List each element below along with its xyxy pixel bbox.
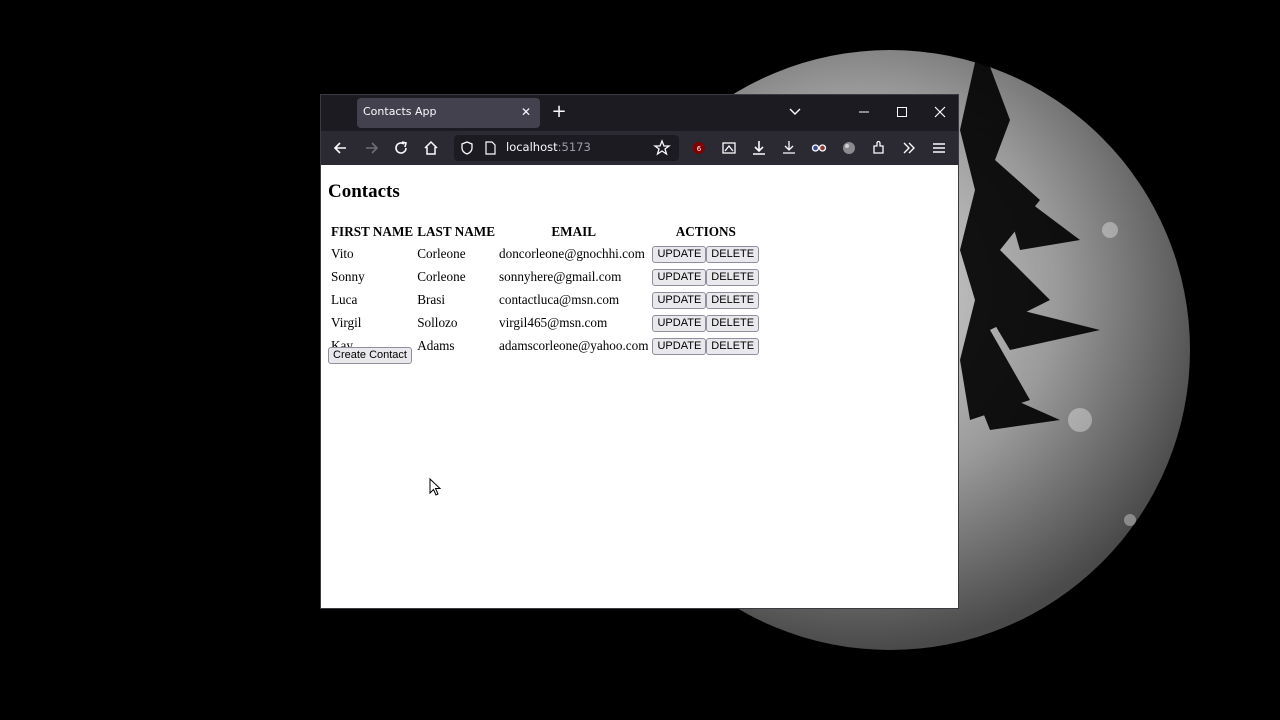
tab-close-icon[interactable]: ✕ [518,104,534,120]
first-name-cell: Virgil [331,314,362,330]
reload-icon[interactable] [391,138,411,158]
update-button[interactable]: UPDATE [652,245,707,263]
table-row: Vito Corleone doncorleone@gnochhi.com UP… [330,243,760,264]
actions-cell: UPDATE DELETE [651,243,760,264]
shield-icon[interactable] [459,140,475,156]
delete-button[interactable]: DELETE [706,245,760,263]
column-header-first-name: FIRST NAME [331,224,414,239]
menu-icon[interactable] [929,138,949,158]
navigation-toolbar: localhost:5173 6 [321,131,958,165]
actions-cell: UPDATE DELETE [651,266,760,287]
page-title: Contacts [328,181,400,202]
table-row: Sonny Corleone sonnyhere@gmail.com UPDAT… [330,266,760,287]
back-icon[interactable] [331,138,351,158]
avatar-extension-icon[interactable] [839,138,859,158]
overflow-icon[interactable] [899,138,919,158]
actions-cell: UPDATE DELETE [651,289,760,310]
home-icon[interactable] [421,138,441,158]
last-name-cell: Corleone [417,268,466,284]
last-name-cell: Corleone [417,245,466,261]
column-header-actions: ACTIONS [675,224,736,239]
update-button[interactable]: UPDATE [652,268,707,286]
page-icon[interactable] [482,140,498,156]
svg-text:6: 6 [697,145,702,153]
download-icon[interactable] [749,138,769,158]
downloads-icon[interactable] [779,138,799,158]
url-text: localhost:5173 [506,140,591,154]
close-icon [934,106,946,118]
update-button[interactable]: UPDATE [652,314,707,332]
actions-cell: UPDATE DELETE [651,312,760,333]
last-name-cell: Adams [417,337,455,353]
minimize-icon [859,111,869,113]
table-header-row: FIRST NAME LAST NAME EMAIL ACTIONS [330,223,760,241]
first-name-cell: Luca [331,291,358,307]
screenshot-extension-icon[interactable] [719,138,739,158]
page-content: Contacts FIRST NAME LAST NAME EMAIL ACTI… [321,165,958,608]
email-cell: virgil465@msn.com [499,314,608,330]
ublock-extension-icon[interactable]: 6 [689,138,709,158]
update-button[interactable]: UPDATE [652,291,707,309]
url-bar[interactable]: localhost:5173 [454,135,679,161]
tab-bar: Contacts App ✕ + [321,95,958,131]
last-name-cell: Brasi [417,291,446,307]
minimize-button[interactable] [854,102,874,122]
star-icon[interactable] [652,138,672,158]
browser-window: Contacts App ✕ + localhost:5173 6 Contac… [320,94,959,609]
mouse-cursor-icon [429,478,442,496]
column-header-email: EMAIL [551,224,597,239]
actions-cell: UPDATE DELETE [651,335,760,356]
table-row: Virgil Sollozo virgil465@msn.com UPDATE D… [330,312,760,333]
contacts-table: FIRST NAME LAST NAME EMAIL ACTIONS Vito … [328,221,762,358]
column-header-last-name: LAST NAME [417,224,496,239]
forward-icon[interactable] [361,138,381,158]
last-name-cell: Sollozo [417,314,458,330]
list-all-tabs-button[interactable] [785,102,805,122]
tab-contacts-app[interactable]: Contacts App ✕ [357,98,540,128]
create-contact-button[interactable]: Create Contact [328,347,412,364]
update-button[interactable]: UPDATE [652,337,707,355]
email-cell: adamscorleone@yahoo.com [499,337,649,353]
chevron-down-icon [789,108,801,115]
delete-button[interactable]: DELETE [706,337,760,355]
new-tab-button[interactable]: + [549,102,569,122]
tab-title: Contacts App [363,105,437,118]
first-name-cell: Sonny [331,268,365,284]
maximize-button[interactable] [892,102,912,122]
extension-icon[interactable] [869,138,889,158]
table-row: Luca Brasi contactluca@msn.com UPDATE DEL… [330,289,760,310]
glasses-extension-icon[interactable] [809,138,829,158]
email-cell: contactluca@msn.com [499,291,620,307]
first-name-cell: Vito [331,245,354,261]
delete-button[interactable]: DELETE [706,314,760,332]
delete-button[interactable]: DELETE [706,291,760,309]
maximize-icon [897,107,907,117]
delete-button[interactable]: DELETE [706,268,760,286]
window-close-button[interactable] [930,102,950,122]
email-cell: doncorleone@gnochhi.com [499,245,645,261]
email-cell: sonnyhere@gmail.com [499,268,622,284]
